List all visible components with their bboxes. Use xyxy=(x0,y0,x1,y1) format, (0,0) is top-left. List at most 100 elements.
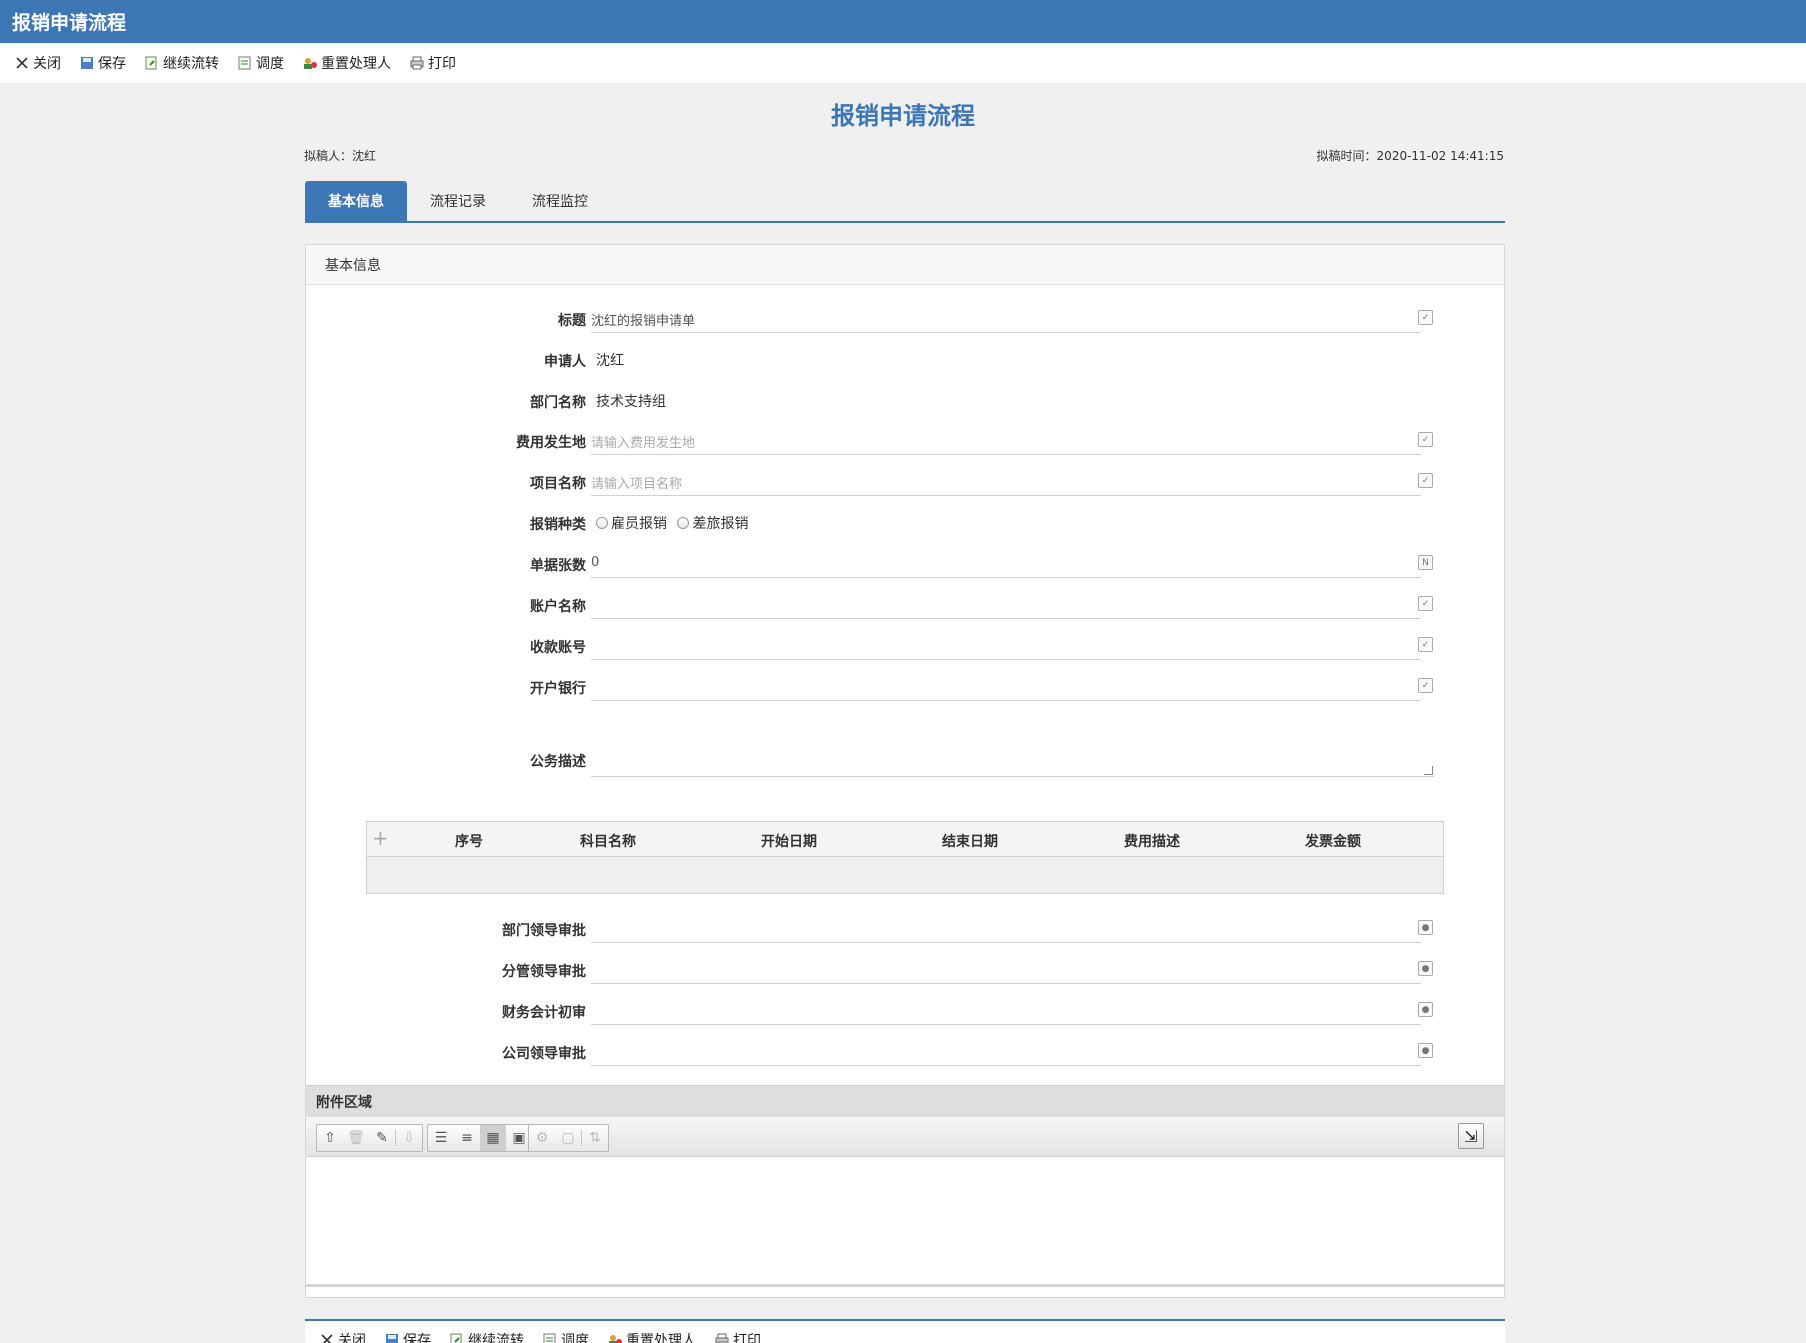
save-button[interactable]: 保存 xyxy=(79,53,126,73)
user-icon[interactable]: ● xyxy=(1418,1043,1433,1058)
expense-location-input[interactable]: 请输入费用发生地 xyxy=(591,425,1421,455)
close-label: 关闭 xyxy=(338,1333,366,1343)
reimburse-type-options: 雇员报销 差旅报销 xyxy=(596,513,754,533)
print-icon xyxy=(409,55,425,71)
forward-label: 继续流转 xyxy=(468,1333,524,1343)
draft-time-label: 拟稿时间：2020-11-02 14:41:15 xyxy=(1316,149,1504,163)
reset-handler-icon xyxy=(302,55,318,71)
bank-label: 开户银行 xyxy=(530,681,586,697)
collapse-icon[interactable]: ⇲ xyxy=(1458,1123,1484,1149)
title-row: 标题 沈红的报销申请单 ✓ xyxy=(306,303,1506,333)
edit-icon[interactable]: ✓ xyxy=(1418,310,1433,325)
receipt-count-input[interactable]: 0 xyxy=(591,548,1421,578)
edit-icon[interactable]: ✓ xyxy=(1418,678,1433,693)
reset-handler-label: 重置处理人 xyxy=(626,1333,696,1343)
print-button[interactable]: 打印 xyxy=(409,53,456,73)
number-icon[interactable]: N xyxy=(1418,555,1433,570)
resize-grip-icon[interactable] xyxy=(1424,766,1433,775)
finance-review-input[interactable] xyxy=(591,995,1421,1025)
detail-view-icon[interactable]: ≡ xyxy=(454,1125,480,1151)
bank-input[interactable] xyxy=(591,671,1421,701)
delete-icon[interactable]: 🗑 xyxy=(343,1125,369,1151)
edit-icon[interactable]: ✓ xyxy=(1418,637,1433,652)
company-leader-input[interactable] xyxy=(591,1036,1421,1066)
dispatch-button[interactable]: 调度 xyxy=(542,1330,589,1343)
attachment-toolbar: ⇧ 🗑 ✎ ⇩ ☰ ≡ ▦ ▣ ⚙ ▢ ⇅ ⇲ xyxy=(306,1117,1504,1157)
account-number-row: 收款账号 ✓ xyxy=(306,630,1506,660)
sort-icon[interactable]: ⇅ xyxy=(582,1125,608,1151)
edit-file-icon[interactable]: ✎ xyxy=(369,1125,395,1151)
expense-detail-grid: + 序号 科目名称 开始日期 结束日期 费用描述 发票金额 xyxy=(366,821,1444,894)
close-button[interactable]: 关闭 xyxy=(14,53,61,73)
basic-info-panel: 基本信息 标题 沈红的报销申请单 ✓ 申请人 沈红 部门名称 技术支持组 费用发… xyxy=(305,244,1505,1298)
user-icon[interactable]: ● xyxy=(1418,961,1433,976)
extra-action-group: ⚙ ▢ ⇅ xyxy=(528,1124,609,1152)
print-icon xyxy=(714,1332,730,1343)
tab-basic-info[interactable]: 基本信息 xyxy=(305,181,407,221)
receipt-count-label: 单据张数 xyxy=(530,558,586,574)
applicant-label: 申请人 xyxy=(544,354,586,370)
forward-icon xyxy=(449,1332,465,1343)
col-start-date: 开始日期 xyxy=(761,834,817,850)
radio-employee-reimburse[interactable]: 雇员报销 xyxy=(596,513,667,533)
dept-leader-input[interactable] xyxy=(591,913,1421,943)
radio-travel-reimburse[interactable]: 差旅报销 xyxy=(677,513,748,533)
description-textarea[interactable] xyxy=(591,711,1434,777)
project-name-label: 项目名称 xyxy=(530,476,586,492)
project-name-input[interactable]: 请输入项目名称 xyxy=(591,466,1421,496)
col-end-date: 结束日期 xyxy=(942,834,998,850)
reset-handler-button[interactable]: 重置处理人 xyxy=(302,53,391,73)
account-name-input[interactable] xyxy=(591,589,1421,619)
receipt-count-row: 单据张数 0 N xyxy=(306,548,1506,578)
grid-view-icon[interactable]: ▦ xyxy=(480,1125,506,1151)
print-label: 打印 xyxy=(733,1333,761,1343)
department-label: 部门名称 xyxy=(530,395,586,411)
forward-label: 继续流转 xyxy=(163,56,219,72)
expense-location-row: 费用发生地 请输入费用发生地 ✓ xyxy=(306,425,1506,455)
add-row-icon[interactable]: + xyxy=(372,828,389,848)
account-number-label: 收款账号 xyxy=(530,640,586,656)
view-mode-group: ☰ ≡ ▦ ▣ xyxy=(427,1124,533,1152)
applicant-row: 申请人 沈红 xyxy=(306,344,1506,374)
reset-handler-button[interactable]: 重置处理人 xyxy=(607,1330,696,1343)
drafter-label: 拟稿人：沈红 xyxy=(304,149,377,163)
account-number-input[interactable] xyxy=(591,630,1421,660)
user-icon[interactable]: ● xyxy=(1418,920,1433,935)
col-invoice-amount: 发票金额 xyxy=(1305,834,1361,850)
page-title: 报销申请流程 xyxy=(831,102,975,130)
download-icon[interactable]: ⇩ xyxy=(396,1125,422,1151)
expense-location-label: 费用发生地 xyxy=(516,435,586,451)
dispatch-button[interactable]: 调度 xyxy=(237,53,284,73)
user-icon[interactable]: ● xyxy=(1418,1002,1433,1017)
branch-leader-label: 分管领导审批 xyxy=(502,964,586,980)
panel-header: 基本信息 xyxy=(306,245,1504,285)
save-button[interactable]: 保存 xyxy=(384,1330,431,1343)
reset-handler-icon xyxy=(607,1332,623,1343)
forward-button[interactable]: 继续流转 xyxy=(449,1330,524,1343)
tab-flow-monitor[interactable]: 流程监控 xyxy=(509,181,611,221)
dispatch-label: 调度 xyxy=(256,56,284,72)
dept-leader-row: 部门领导审批 ● xyxy=(306,913,1506,943)
branch-leader-row: 分管领导审批 ● xyxy=(306,954,1506,984)
tab-flow-records[interactable]: 流程记录 xyxy=(407,181,509,221)
window-title: 报销申请流程 xyxy=(0,0,1806,43)
document-icon[interactable]: ▢ xyxy=(555,1125,581,1151)
upload-icon[interactable]: ⇧ xyxy=(317,1125,343,1151)
save-icon xyxy=(384,1332,400,1343)
settings-icon[interactable]: ⚙ xyxy=(529,1125,555,1151)
title-input[interactable]: 沈红的报销申请单 xyxy=(591,303,1421,333)
edit-icon[interactable]: ✓ xyxy=(1418,432,1433,447)
description-label: 公务描述 xyxy=(530,754,586,770)
grid-header: + 序号 科目名称 开始日期 结束日期 费用描述 发票金额 xyxy=(367,822,1443,857)
forward-button[interactable]: 继续流转 xyxy=(144,53,219,73)
project-name-row: 项目名称 请输入项目名称 ✓ xyxy=(306,466,1506,496)
close-label: 关闭 xyxy=(33,56,61,72)
print-button[interactable]: 打印 xyxy=(714,1330,761,1343)
attachment-list-area[interactable] xyxy=(306,1157,1504,1287)
edit-icon[interactable]: ✓ xyxy=(1418,473,1433,488)
edit-icon[interactable]: ✓ xyxy=(1418,596,1433,611)
close-button[interactable]: 关闭 xyxy=(319,1330,366,1343)
reimburse-type-row: 报销种类 雇员报销 差旅报销 xyxy=(306,507,1506,537)
branch-leader-input[interactable] xyxy=(591,954,1421,984)
list-view-icon[interactable]: ☰ xyxy=(428,1125,454,1151)
